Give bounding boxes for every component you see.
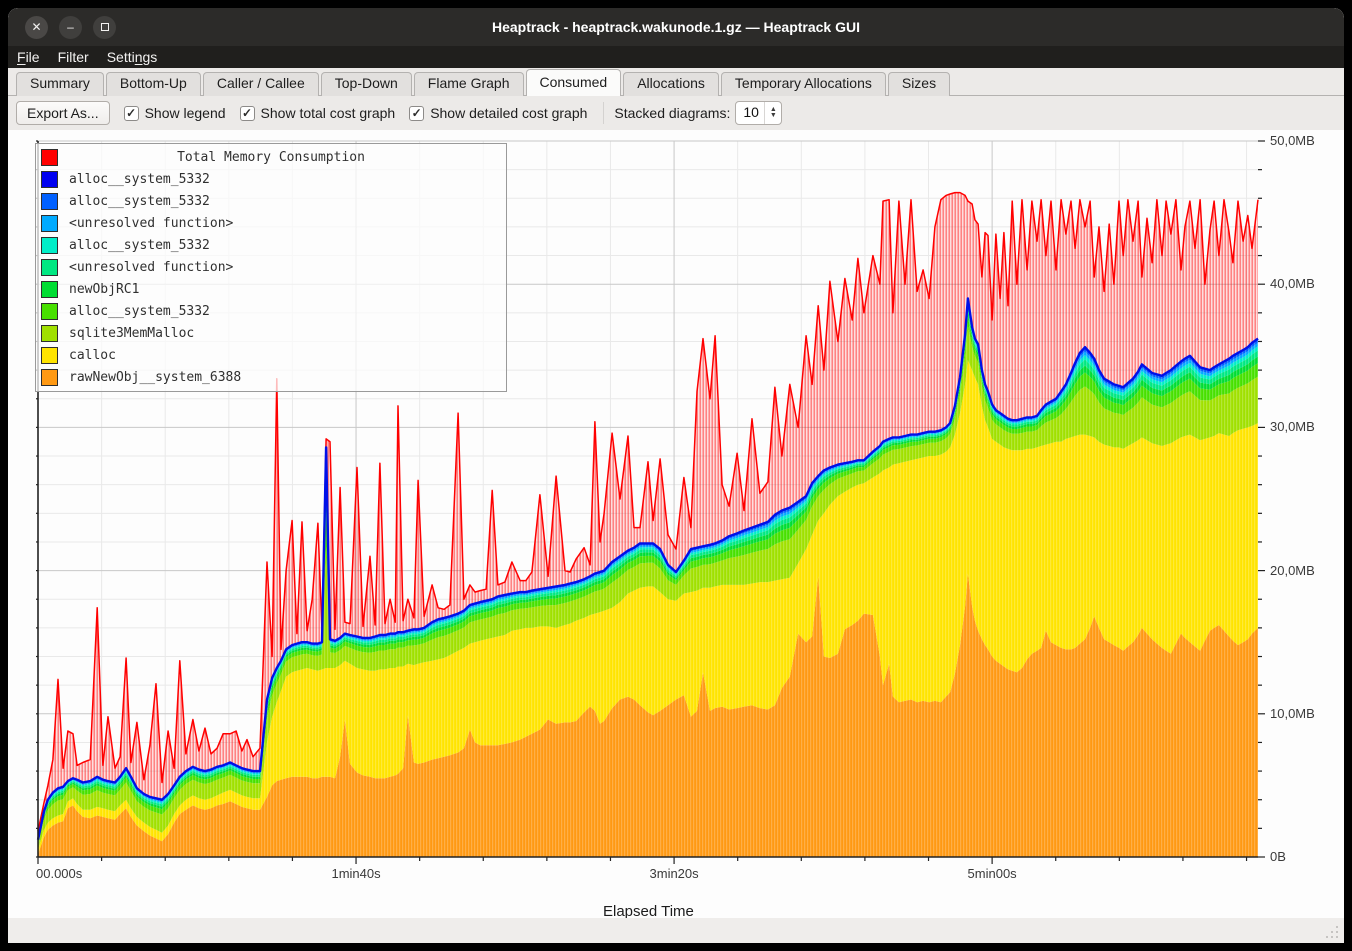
toolbar-separator [603,102,604,124]
legend-swatch [41,347,58,364]
y-tick-label: 50,0MB [1270,133,1315,148]
spinner-arrows[interactable]: ▲ ▼ [764,102,781,124]
legend-label: alloc__system_5332 [69,304,210,319]
legend-label: alloc__system_5332 [69,172,210,187]
checkbox-check-icon: ✓ [240,106,255,121]
heaptrack-window: ✕ – Heaptrack - heaptrack.wakunode.1.gz … [8,8,1344,943]
show-detailed-cost-checkbox[interactable]: ✓ Show detailed cost graph [409,105,587,121]
checkbox-check-icon: ✓ [124,106,139,121]
legend-label: <unresolved function> [69,216,233,231]
legend-label: alloc__system_5332 [69,194,210,209]
toolbar: Export As... ✓ Show legend ✓ Show total … [8,96,1344,130]
menu-item-settings[interactable]: Settings [98,46,167,68]
show-legend-label: Show legend [145,105,226,121]
legend-swatch [41,237,58,254]
stacked-diagrams-label: Stacked diagrams: [614,105,730,121]
tab-top-down[interactable]: Top-Down [321,72,412,96]
legend-swatch [41,193,58,210]
legend-item: newObjRC1 [36,278,506,300]
tab-bottom-up[interactable]: Bottom-Up [106,72,201,96]
legend-swatch [41,325,58,342]
legend-item: <unresolved function> [36,256,506,278]
tab-consumed[interactable]: Consumed [526,69,622,96]
show-total-cost-checkbox[interactable]: ✓ Show total cost graph [240,105,396,121]
legend-label: Total Memory Consumption [36,150,506,165]
legend-label: <unresolved function> [69,260,233,275]
tab-allocations[interactable]: Allocations [623,72,719,96]
menu-item-filter[interactable]: Filter [49,46,98,68]
legend-item: alloc__system_5332 [36,234,506,256]
spinner-down-icon[interactable]: ▼ [770,113,777,119]
legend-label: newObjRC1 [69,282,139,297]
legend-swatch [41,259,58,276]
legend-swatch [41,303,58,320]
legend-item: Total Memory Consumption [36,146,506,168]
tab-summary[interactable]: Summary [16,72,104,96]
x-tick-label: 1min40s [331,866,380,881]
legend-label: alloc__system_5332 [69,238,210,253]
checkbox-check-icon: ✓ [409,106,424,121]
legend-label: calloc [69,348,116,363]
x-tick-label: 3min20s [650,866,699,881]
screen: ✕ – Heaptrack - heaptrack.wakunode.1.gz … [0,0,1352,951]
titlebar: ✕ – Heaptrack - heaptrack.wakunode.1.gz … [8,8,1344,46]
tab-temporary-allocations[interactable]: Temporary Allocations [721,72,886,96]
legend-label: sqlite3MemMalloc [69,326,194,341]
y-tick-label: 40,0MB [1270,276,1315,291]
statusbar [8,918,1344,943]
show-detailed-cost-label: Show detailed cost graph [430,105,587,121]
tabbar: SummaryBottom-UpCaller / CalleeTop-DownF… [8,68,1344,96]
menubar: FileFilterSettings [8,46,1344,68]
tab-sizes[interactable]: Sizes [888,72,950,96]
x-tick-label: 5min00s [968,866,1017,881]
legend-item: alloc__system_5332 [36,190,506,212]
legend-item: rawNewObj__system_6388 [36,366,506,388]
legend-item: alloc__system_5332 [36,300,506,322]
resize-grip-icon[interactable] [1324,924,1338,938]
show-legend-checkbox[interactable]: ✓ Show legend [124,105,226,121]
legend-swatch [41,171,58,188]
y-tick-label: 20,0MB [1270,563,1315,578]
x-tick-label: 00.000s [36,866,82,881]
export-as-button[interactable]: Export As... [16,101,110,125]
menu-item-file[interactable]: File [8,46,49,68]
stacked-diagrams-spinner[interactable]: 10 ▲ ▼ [735,101,782,125]
legend-item: calloc [36,344,506,366]
chart-legend: Total Memory Consumption alloc__system_53… [35,143,507,392]
legend-item: sqlite3MemMalloc [36,322,506,344]
legend-item: alloc__system_5332 [36,168,506,190]
legend-label: rawNewObj__system_6388 [69,370,241,385]
legend-swatch [41,369,58,386]
tab-flame-graph[interactable]: Flame Graph [414,72,524,96]
stacked-diagrams-value[interactable]: 10 [736,102,764,124]
y-tick-label: 10,0MB [1270,706,1315,721]
memory-consumption-chart[interactable]: Total Memory Consumption alloc__system_53… [8,130,1344,918]
legend-swatch [41,281,58,298]
tab-caller-callee[interactable]: Caller / Callee [203,72,319,96]
y-tick-label: 30,0MB [1270,419,1315,434]
legend-swatch [41,215,58,232]
show-total-cost-label: Show total cost graph [261,105,396,121]
window-title: Heaptrack - heaptrack.wakunode.1.gz — He… [8,8,1344,46]
y-tick-label: 0B [1270,849,1286,864]
legend-item: <unresolved function> [36,212,506,234]
